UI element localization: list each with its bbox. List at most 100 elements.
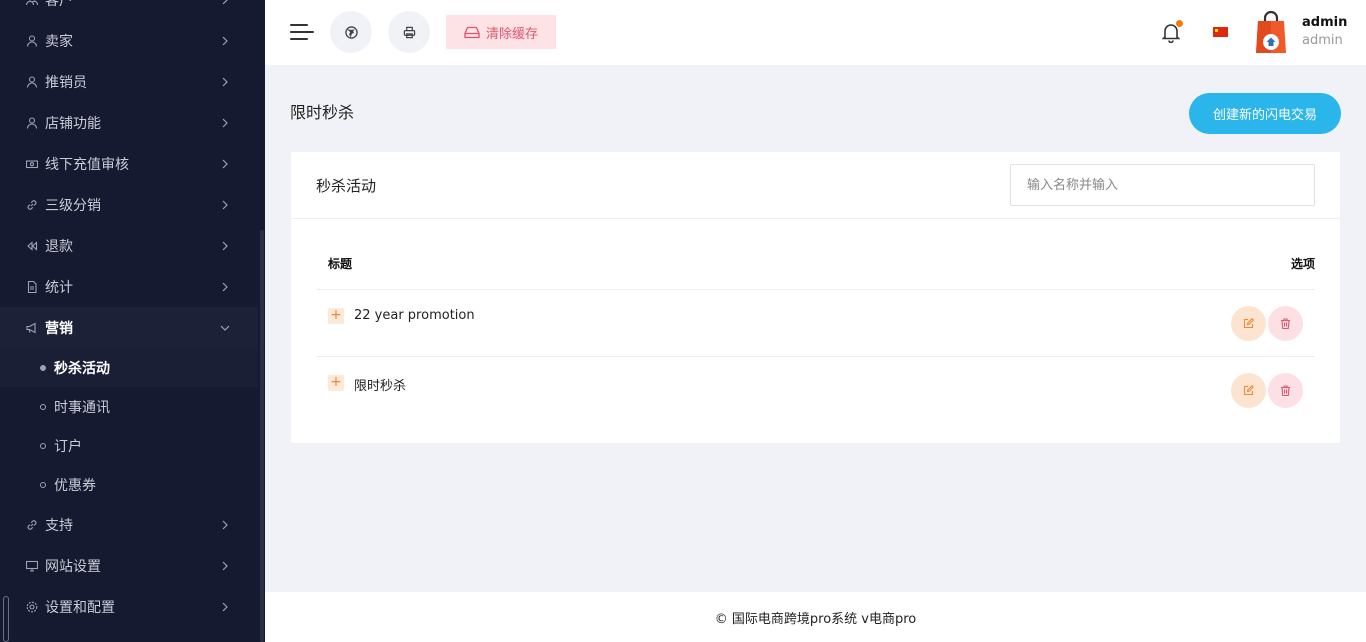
chevron-right-icon — [222, 241, 228, 250]
chevron-right-icon — [222, 520, 228, 529]
user-icon — [26, 116, 38, 129]
sidebar-subitem-coupons[interactable]: 优惠券 — [0, 465, 258, 504]
user-icon — [26, 75, 38, 88]
sidebar-item-settings[interactable]: 设置和配置 — [0, 586, 258, 627]
sidebar-item-statistics[interactable]: 统计 — [0, 266, 258, 307]
sidebar-subitem-label: 订户 — [54, 438, 82, 455]
expand-icon[interactable]: + — [328, 308, 344, 324]
sidebar-item-label: 设置和配置 — [45, 599, 115, 616]
sidebar-item-label: 支持 — [45, 517, 73, 534]
chevron-right-icon — [222, 159, 228, 168]
sidebar-item-marketing[interactable]: 营销 — [0, 307, 258, 348]
table-header: 标题 选项 — [316, 242, 1315, 290]
sidebar-item-label: 营销 — [45, 320, 73, 337]
gear-icon — [26, 601, 38, 613]
footer-text: © 国际电商跨境pro系统 v电商pro — [714, 611, 917, 627]
link-icon — [26, 519, 38, 531]
user-icon — [26, 34, 38, 47]
sidebar-subitem-label: 秒杀活动 — [54, 360, 110, 377]
sidebar-item-support[interactable]: 支持 — [0, 504, 258, 545]
sidebar-item-customers[interactable]: 客户 — [0, 0, 258, 20]
page-title: 限时秒杀 — [290, 103, 355, 122]
trash-icon — [1281, 385, 1290, 396]
sidebar: 客户 卖家 推销员 店铺功能 线下充值审核 三级分销 退款 统计 营销 秒杀活动… — [0, 0, 265, 642]
cash-icon — [26, 158, 38, 170]
sidebar-item-label: 三级分销 — [45, 197, 101, 214]
bullet-icon — [40, 481, 46, 488]
link-icon — [26, 199, 38, 211]
delete-button[interactable] — [1268, 306, 1303, 341]
delete-button[interactable] — [1268, 373, 1303, 408]
card-header: 秒杀活动 — [291, 152, 1340, 219]
print-button[interactable] — [388, 11, 430, 53]
chevron-down-icon — [220, 325, 230, 331]
chevron-right-icon — [222, 0, 228, 4]
chevron-right-icon — [222, 200, 228, 209]
edit-icon — [1243, 318, 1254, 329]
globe-icon — [344, 25, 358, 39]
column-header-title[interactable]: 标题 — [328, 255, 352, 272]
edit-button[interactable] — [1231, 306, 1266, 341]
sidebar-item-label: 卖家 — [45, 33, 73, 50]
sidebar-subitem-label: 时事通讯 — [54, 399, 110, 416]
sidebar-item-label: 客户 — [45, 0, 73, 9]
sidebar-scroll-handle[interactable] — [3, 596, 9, 642]
bullet-icon — [40, 403, 46, 410]
topbar: 清除缓存 admin admin — [265, 0, 1366, 65]
hard-drive-icon — [464, 26, 480, 38]
sidebar-item-salesmen[interactable]: 推销员 — [0, 61, 258, 102]
cn-flag-icon[interactable] — [1213, 27, 1228, 37]
column-header-options: 选项 — [1290, 257, 1315, 271]
card-title: 秒杀活动 — [316, 177, 377, 195]
chevron-right-icon — [222, 77, 228, 86]
user-name[interactable]: admin — [1302, 15, 1347, 30]
clear-cache-button[interactable]: 清除缓存 — [446, 15, 556, 49]
sidebar-item-shop-features[interactable]: 店铺功能 — [0, 102, 258, 143]
chevron-right-icon — [222, 602, 228, 611]
sidebar-subitem-newsletter[interactable]: 时事通讯 — [0, 387, 258, 426]
sidebar-menu: 客户 卖家 推销员 店铺功能 线下充值审核 三级分销 退款 统计 营销 秒杀活动… — [0, 0, 258, 627]
chevron-right-icon — [222, 282, 228, 291]
sidebar-item-refunds[interactable]: 退款 — [0, 225, 258, 266]
sidebar-item-label: 推销员 — [45, 74, 87, 91]
avatar[interactable] — [1254, 9, 1288, 55]
chevron-right-icon — [222, 118, 228, 127]
sidebar-item-distribution[interactable]: 三级分销 — [0, 184, 258, 225]
sidebar-subitem-flash-sale[interactable]: 秒杀活动 — [0, 348, 258, 387]
edit-icon — [1243, 385, 1254, 396]
marketing-submenu: 秒杀活动 时事通讯 订户 优惠券 — [0, 348, 258, 504]
sidebar-item-label: 退款 — [45, 238, 73, 255]
sidebar-item-sellers[interactable]: 卖家 — [0, 20, 258, 61]
website-button[interactable] — [330, 11, 372, 53]
sidebar-item-label: 店铺功能 — [45, 115, 101, 132]
sidebar-subitem-subscribers[interactable]: 订户 — [0, 426, 258, 465]
sidebar-subitem-label: 优惠券 — [54, 477, 96, 494]
notification-dot — [1176, 20, 1183, 27]
create-flash-deal-button[interactable]: 创建新的闪电交易 — [1189, 93, 1341, 134]
chevron-right-icon — [222, 36, 228, 45]
bullet-icon — [40, 364, 46, 371]
user-role: admin — [1302, 33, 1343, 48]
sidebar-item-website-settings[interactable]: 网站设置 — [0, 545, 258, 586]
expand-icon[interactable]: + — [328, 375, 344, 391]
row-title: 22 year promotion — [354, 308, 475, 323]
clear-cache-label: 清除缓存 — [485, 26, 538, 42]
footer: © 国际电商跨境pro系统 v电商pro — [265, 592, 1366, 642]
search-input[interactable] — [1010, 164, 1315, 206]
people-icon — [26, 0, 38, 6]
row-title: 限时秒杀 — [354, 379, 407, 394]
sidebar-item-offline-recharge[interactable]: 线下充值审核 — [0, 143, 258, 184]
megaphone-icon — [26, 322, 38, 334]
edit-button[interactable] — [1231, 373, 1266, 408]
rewind-icon — [26, 240, 38, 252]
sidebar-scrollbar[interactable] — [260, 230, 264, 642]
table-row: + 限时秒杀 — [316, 357, 1315, 424]
file-icon — [26, 280, 38, 293]
flash-sale-table: 标题 选项 + 22 year promotion + 限时秒杀 — [316, 242, 1315, 424]
monitor-icon — [26, 560, 38, 572]
sidebar-item-label: 线下充值审核 — [45, 156, 129, 173]
table-row: + 22 year promotion — [316, 290, 1315, 357]
trash-icon — [1281, 318, 1290, 329]
menu-toggle-icon[interactable] — [290, 22, 314, 42]
sidebar-item-label: 统计 — [45, 279, 73, 296]
